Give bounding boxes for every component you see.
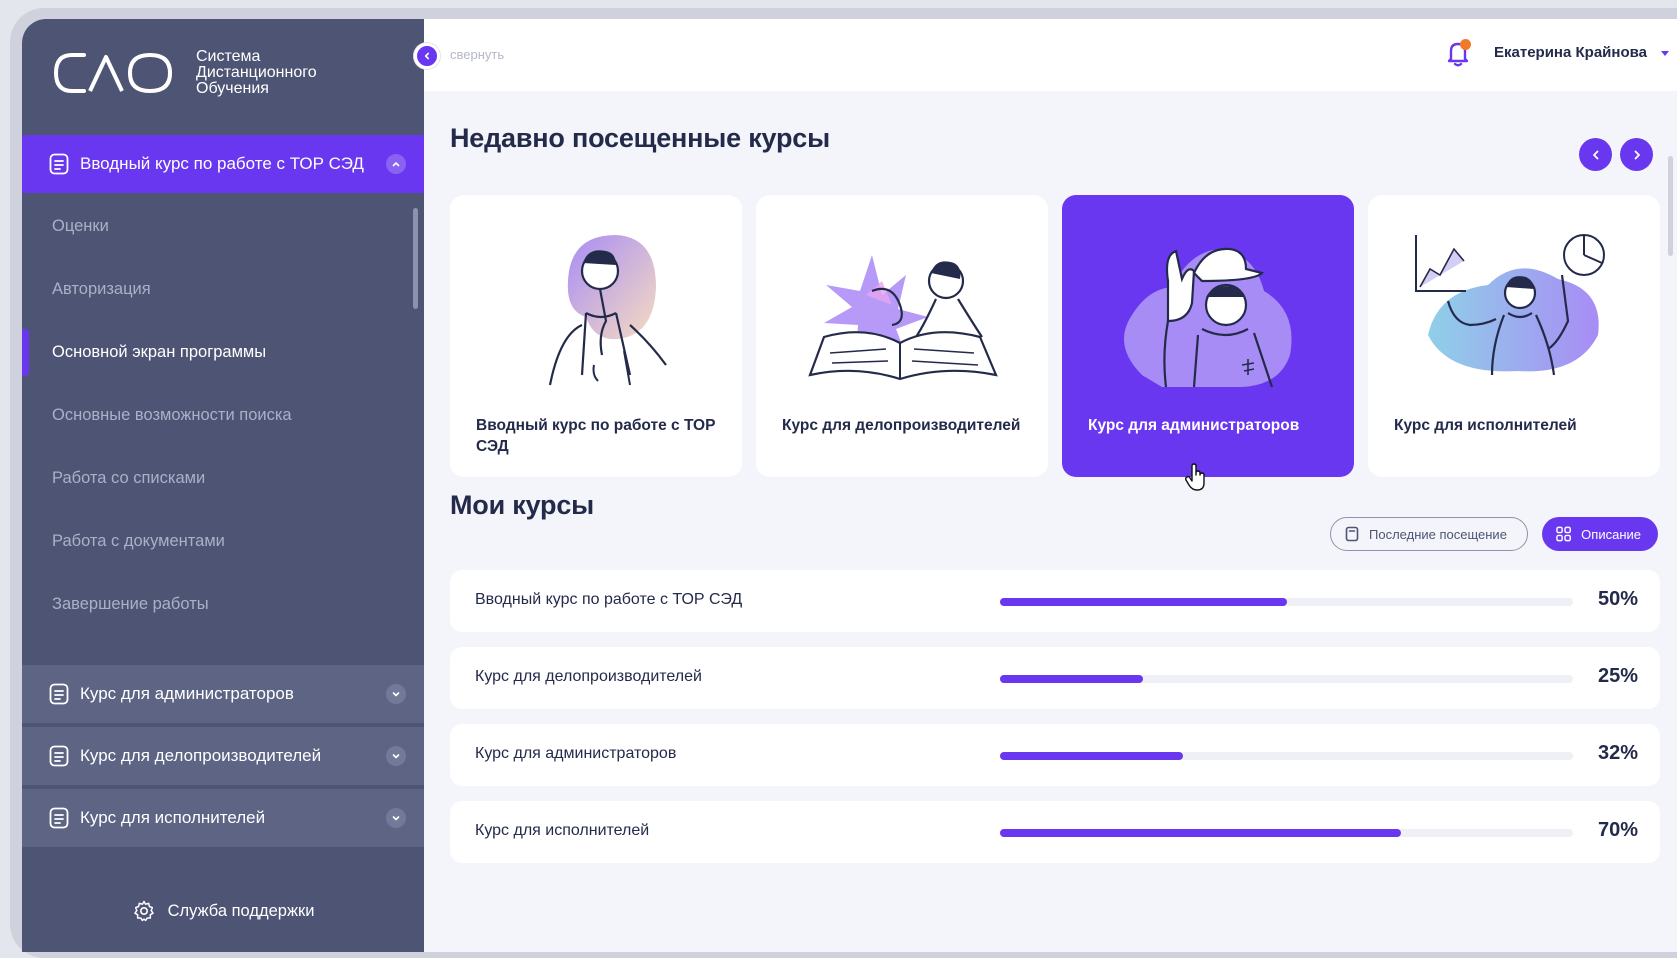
presenting-chart-illustration (1415, 234, 1605, 376)
progress-percent: 25% (1597, 665, 1638, 687)
sidebar-course-label: Курс для исполнителей (80, 808, 266, 827)
sidebar-course-executors[interactable]: Курс для исполнителей (22, 789, 424, 847)
chevron-down-icon[interactable] (386, 746, 406, 766)
progress-fill (1000, 752, 1184, 760)
sidebar-course-label: Вводный курс по работе с ТОР СЭД (80, 154, 364, 173)
brand-title-line: Система (196, 48, 261, 65)
progress-percent: 70% (1597, 819, 1638, 841)
sidebar-course-label: Курс для делопроизводителей (80, 746, 322, 765)
brand-title-line: Обучения (196, 80, 269, 97)
support-link[interactable]: Служба поддержки (22, 899, 424, 923)
chevron-down-icon[interactable] (386, 808, 406, 828)
caret-down-icon[interactable] (1658, 46, 1672, 60)
course-name: Вводный курс по работе с ТОР СЭД (475, 591, 743, 608)
admin-person-illustration (1124, 247, 1292, 388)
hand-cursor-icon (1184, 463, 1205, 491)
chevron-left-icon (1592, 150, 1598, 159)
brand-title-line: Дистанционного (196, 64, 317, 81)
my-courses-title: Мои курсы (450, 490, 595, 520)
lesson-item-grades[interactable]: Оценки (22, 195, 424, 258)
gear-icon (133, 900, 154, 922)
reading-book-illustration (808, 255, 998, 381)
brand-title: Система Дистанционного Обучения (196, 49, 366, 97)
bookmark-icon (1345, 526, 1359, 542)
lesson-item-authorization[interactable]: Авторизация (22, 258, 424, 321)
sidebar-course-admins[interactable]: Курс для администраторов (22, 665, 424, 723)
collapse-sidebar-button[interactable] (414, 43, 440, 69)
course-card-title: Вводный курс по работе с ТОР СЭД (476, 417, 716, 455)
course-name: Курс для исполнителей (475, 822, 650, 839)
recent-courses-title: Недавно посещенные курсы (450, 123, 830, 153)
sort-description-button[interactable]: Описание (1542, 517, 1658, 551)
course-card-title: Курс для делопроизводителей (782, 417, 1021, 434)
lesson-item-search[interactable]: Основные возможности поиска (22, 384, 424, 447)
progress-track (1000, 675, 1573, 683)
sidebar-course-clerks[interactable]: Курс для делопроизводителей (22, 727, 424, 785)
course-card-clerks[interactable]: Курс для делопроизводителей (756, 195, 1048, 477)
course-card-executors[interactable]: Курс для исполнителей (1368, 195, 1660, 477)
document-icon (49, 745, 69, 767)
thinking-person-illustration (548, 235, 667, 386)
user-name[interactable]: Екатерина Крайнова (1494, 44, 1647, 61)
lesson-item-lists[interactable]: Работа со списками (22, 447, 424, 510)
support-label: Служба поддержки (167, 901, 315, 920)
main-scrollbar[interactable] (1668, 156, 1673, 256)
grid-icon (1556, 526, 1571, 542)
course-card-intro[interactable]: Вводный курс по работе с ТОР СЭД (450, 195, 742, 477)
lesson-item-documents[interactable]: Работа с документами (22, 510, 424, 573)
sidebar-scrollbar[interactable] (413, 208, 418, 309)
document-icon (49, 153, 69, 175)
sort-description-label: Описание (1581, 526, 1641, 542)
progress-percent: 32% (1597, 742, 1638, 764)
course-card-admins[interactable]: Курс для администраторов (1062, 195, 1354, 477)
sidebar-course-label: Курс для администраторов (80, 684, 294, 703)
course-card-title: Курс для исполнителей (1394, 417, 1577, 434)
chevron-up-icon[interactable] (386, 154, 406, 174)
sort-last-visit-label: Последние посещение (1369, 526, 1507, 542)
progress-track (1000, 829, 1573, 837)
chevron-left-icon (424, 52, 429, 60)
sidebar-course-intro[interactable]: Вводный курс по работе с ТОР СЭД (22, 135, 424, 193)
carousel-next-button[interactable] (1620, 138, 1653, 171)
top-bar: свернуть Екатерина Крайнова (414, 19, 1677, 91)
logo-mark-icon (54, 52, 173, 94)
progress-percent: 50% (1597, 588, 1638, 610)
collapse-label[interactable]: свернуть (450, 47, 504, 62)
course-progress-row[interactable]: Курс для администраторов 32% (450, 724, 1660, 786)
progress-fill (1000, 598, 1287, 606)
progress-track (1000, 752, 1573, 760)
chevron-down-icon[interactable] (386, 684, 406, 704)
chevron-right-icon (1634, 150, 1640, 159)
app-window: Система Дистанционного Обучения Вводный … (22, 19, 1677, 952)
course-progress-row[interactable]: Вводный курс по работе с ТОР СЭД 50% (450, 570, 1660, 632)
course-name: Курс для администраторов (475, 745, 677, 762)
logo[interactable]: Система Дистанционного Обучения (54, 49, 366, 97)
lesson-list: Оценки Авторизация Основной экран програ… (22, 195, 424, 636)
lesson-item-main-screen[interactable]: Основной экран программы (22, 321, 424, 384)
progress-fill (1000, 675, 1144, 683)
sidebar: Система Дистанционного Обучения Вводный … (22, 19, 424, 952)
document-icon (49, 683, 69, 705)
course-progress-row[interactable]: Курс для исполнителей 70% (450, 801, 1660, 863)
notification-badge (1460, 39, 1471, 50)
sort-last-visit-button[interactable]: Последние посещение (1330, 517, 1528, 551)
lesson-item-finish[interactable]: Завершение работы (22, 573, 424, 636)
progress-fill (1000, 829, 1402, 837)
carousel-prev-button[interactable] (1579, 138, 1612, 171)
course-card-title: Курс для администраторов (1088, 417, 1300, 434)
course-name: Курс для делопроизводителей (475, 668, 702, 685)
document-icon (49, 807, 69, 829)
course-progress-row[interactable]: Курс для делопроизводителей 25% (450, 647, 1660, 709)
progress-track (1000, 598, 1573, 606)
